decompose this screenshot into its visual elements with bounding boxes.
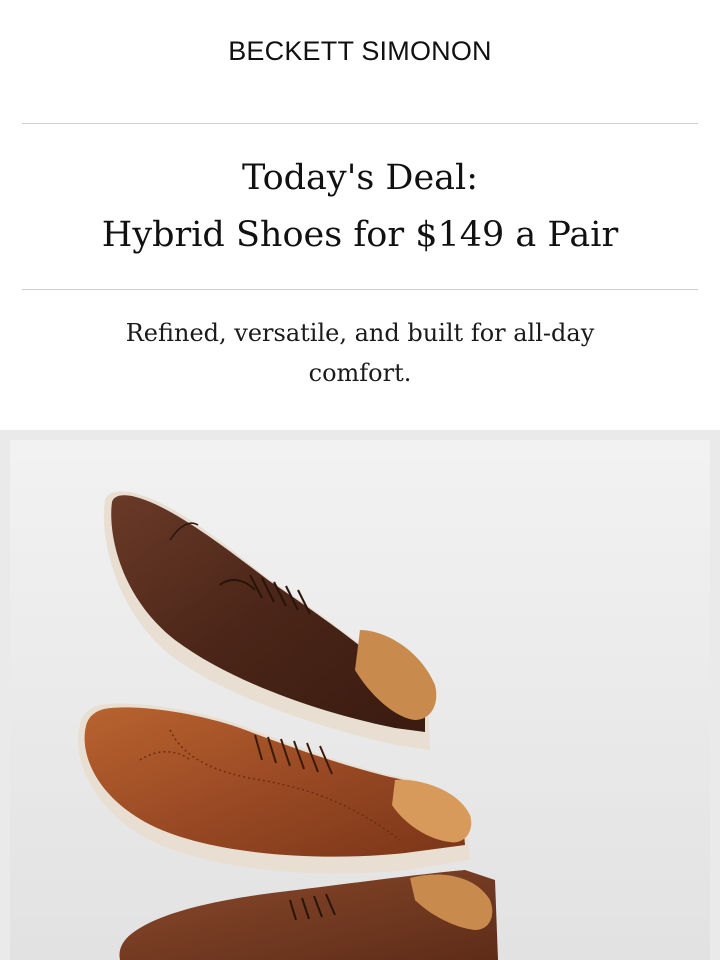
headline-line-1: Today's Deal: <box>241 158 479 198</box>
deal-subtext: Refined, versatile, and built for all-da… <box>125 319 595 387</box>
middle-divider <box>22 289 698 290</box>
product-hero-image[interactable] <box>0 430 720 960</box>
shoe-stack-image <box>10 440 710 960</box>
top-divider <box>22 123 698 124</box>
headline-line-2: Hybrid Shoes for $149 a Pair <box>101 215 619 255</box>
deal-headline: Today's Deal: Hybrid Shoes for $149 a Pa… <box>0 150 720 264</box>
brand-logo[interactable]: BECKETT SIMONON <box>0 36 720 67</box>
